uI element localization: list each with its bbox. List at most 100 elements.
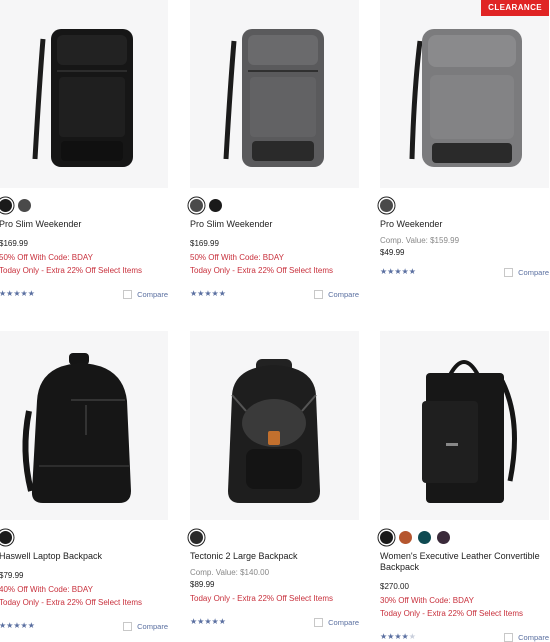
color-swatches <box>0 529 168 545</box>
star-icon: ★ <box>380 267 388 276</box>
star-icon: ★ <box>190 289 198 298</box>
compare-label[interactable]: Compare <box>518 268 549 277</box>
color-swatch[interactable] <box>0 198 12 212</box>
product-card[interactable]: Women's Executive Leather Convertible Ba… <box>380 331 549 642</box>
color-swatch[interactable] <box>437 530 450 544</box>
backpack-image <box>22 353 131 503</box>
backpack-image <box>223 29 324 167</box>
promo-text: Today Only - Extra 22% Off Select Items <box>190 266 334 275</box>
backpack-image <box>228 359 320 503</box>
compare-checkbox[interactable] <box>504 267 514 277</box>
product-price: $79.99 <box>0 571 24 580</box>
product-image[interactable]: CLEARANCE <box>380 0 549 188</box>
compare-toggle[interactable]: Compare <box>314 617 359 627</box>
product-card[interactable]: Tectonic 2 Large Backpack Comp. Value: $… <box>190 331 359 628</box>
color-swatches <box>380 197 549 213</box>
compare-toggle[interactable]: Compare <box>314 289 359 299</box>
product-name[interactable]: Pro Slim Weekender <box>190 219 359 230</box>
product-image[interactable] <box>0 331 168 520</box>
star-icon: ★ <box>197 617 205 626</box>
compare-checkbox[interactable] <box>123 289 133 299</box>
star-icon: ★ <box>13 621 21 630</box>
compare-label[interactable]: Compare <box>137 622 168 631</box>
product-image[interactable] <box>190 331 359 520</box>
product-price: $169.99 <box>0 239 28 248</box>
promo-text: 50% Off With Code: BDAY <box>190 253 284 262</box>
color-swatch[interactable] <box>190 530 203 544</box>
product-image[interactable] <box>190 0 359 188</box>
backpack-image <box>422 360 517 503</box>
color-swatch[interactable] <box>0 530 12 544</box>
promo-text: 30% Off With Code: BDAY <box>380 596 474 605</box>
compare-label[interactable]: Compare <box>328 290 359 299</box>
star-icon: ★ <box>408 632 416 641</box>
star-icon: ★ <box>197 289 205 298</box>
clearance-badge: CLEARANCE <box>481 0 549 16</box>
color-swatch[interactable] <box>209 198 222 212</box>
color-swatch[interactable] <box>418 530 431 544</box>
product-image[interactable] <box>380 331 549 520</box>
star-icon: ★ <box>394 267 402 276</box>
product-price: $270.00 <box>380 582 409 591</box>
backpack-image <box>32 29 133 167</box>
promo-text: 40% Off With Code: BDAY <box>0 585 93 594</box>
product-name[interactable]: Haswell Laptop Backpack <box>0 551 168 562</box>
product-card[interactable]: Pro Slim Weekender $169.99 50% Off With … <box>190 0 359 300</box>
star-icon: ★ <box>387 632 395 641</box>
product-price: $49.99 <box>380 248 405 257</box>
compare-toggle[interactable]: Compare <box>504 267 549 277</box>
color-swatch[interactable] <box>380 198 393 212</box>
star-icon: ★ <box>204 617 212 626</box>
compare-label[interactable]: Compare <box>328 618 359 627</box>
promo-text: Today Only - Extra 22% Off Select Items <box>380 609 524 618</box>
rating-stars: ★ ★ ★ ★ ★ <box>380 633 416 641</box>
product-card[interactable]: Pro Slim Weekender $169.99 50% Off With … <box>0 0 168 300</box>
product-card[interactable]: Haswell Laptop Backpack $79.99 40% Off W… <box>0 331 168 632</box>
promo-text: Today Only - Extra 22% Off Select Items <box>190 594 334 603</box>
star-icon: ★ <box>401 267 409 276</box>
product-price: $169.99 <box>190 239 219 248</box>
comp-value: Comp. Value: $159.99 <box>380 236 460 245</box>
compare-checkbox[interactable] <box>314 617 324 627</box>
product-name[interactable]: Pro Weekender <box>380 219 549 230</box>
compare-toggle[interactable]: Compare <box>123 621 168 631</box>
star-icon: ★ <box>13 289 21 298</box>
compare-checkbox[interactable] <box>123 621 133 631</box>
star-icon: ★ <box>204 289 212 298</box>
backpack-image <box>409 29 522 167</box>
star-icon: ★ <box>218 289 226 298</box>
comp-value: Comp. Value: $140.00 <box>190 568 270 577</box>
color-swatch[interactable] <box>190 198 203 212</box>
compare-label[interactable]: Compare <box>518 633 549 642</box>
rating-stars: ★ ★ ★ ★ ★ <box>0 290 35 298</box>
star-icon: ★ <box>27 289 35 298</box>
star-icon: ★ <box>20 289 28 298</box>
star-icon: ★ <box>408 267 416 276</box>
color-swatches <box>0 197 168 213</box>
color-swatch[interactable] <box>399 530 412 544</box>
color-swatch[interactable] <box>380 530 393 544</box>
product-name[interactable]: Pro Slim Weekender <box>0 219 168 230</box>
star-icon: ★ <box>6 289 14 298</box>
color-swatches <box>380 529 549 545</box>
product-image[interactable] <box>0 0 168 188</box>
star-icon: ★ <box>211 289 219 298</box>
product-name[interactable]: Women's Executive Leather Convertible Ba… <box>380 551 549 573</box>
product-name[interactable]: Tectonic 2 Large Backpack <box>190 551 359 562</box>
compare-toggle[interactable]: Compare <box>504 632 549 642</box>
rating-stars: ★ ★ ★ ★ ★ <box>0 622 35 630</box>
rating-stars: ★ ★ ★ ★ ★ <box>190 290 226 298</box>
compare-toggle[interactable]: Compare <box>123 289 168 299</box>
star-icon: ★ <box>27 621 35 630</box>
product-card[interactable]: CLEARANCE Pro Weekender Comp. Value: $15… <box>380 0 549 278</box>
promo-text: Today Only - Extra 22% Off Select Items <box>0 598 143 607</box>
compare-checkbox[interactable] <box>314 289 324 299</box>
star-icon: ★ <box>218 617 226 626</box>
color-swatches <box>190 529 359 545</box>
compare-label[interactable]: Compare <box>137 290 168 299</box>
star-icon: ★ <box>20 621 28 630</box>
color-swatch[interactable] <box>18 198 31 212</box>
compare-checkbox[interactable] <box>504 632 514 642</box>
star-icon: ★ <box>190 617 198 626</box>
rating-stars: ★ ★ ★ ★ ★ <box>190 618 226 626</box>
